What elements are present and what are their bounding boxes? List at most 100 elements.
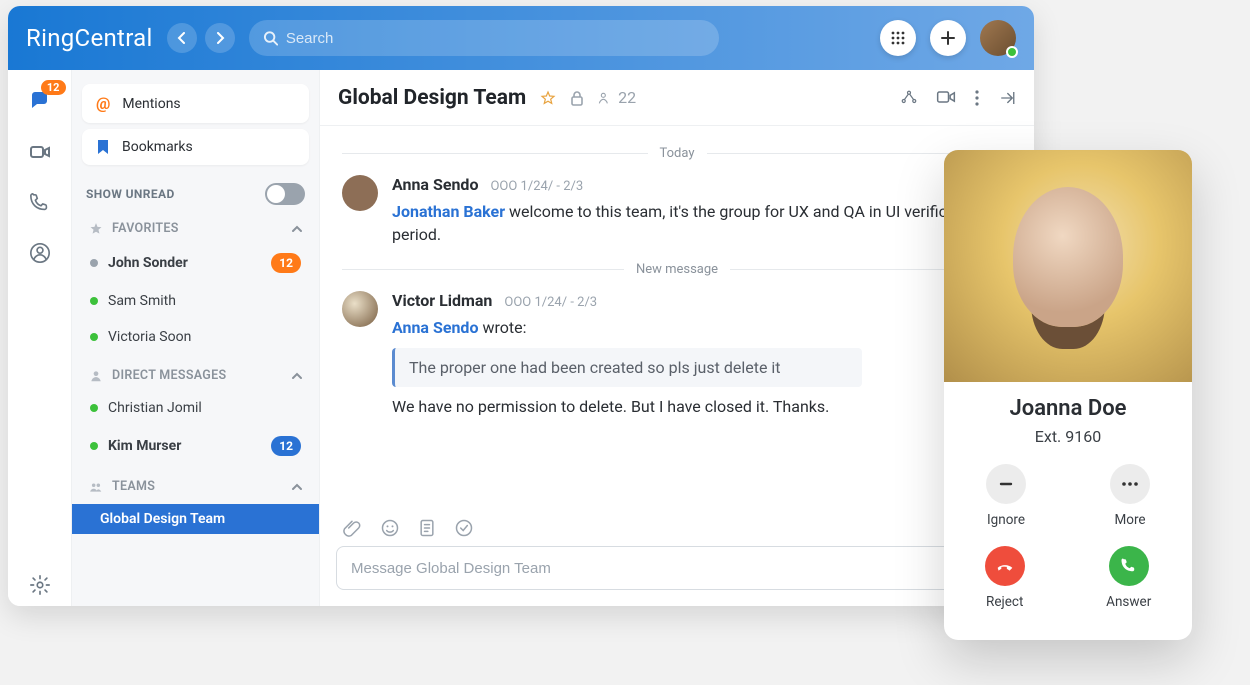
more-vertical-icon bbox=[974, 89, 980, 107]
favorite-item[interactable]: Sam Smith bbox=[82, 286, 309, 316]
more-button[interactable] bbox=[974, 89, 980, 107]
nav-forward-button[interactable] bbox=[205, 23, 235, 53]
author-name: Anna Sendo bbox=[392, 175, 478, 194]
search-icon bbox=[263, 30, 278, 46]
paperclip-icon bbox=[342, 518, 362, 538]
app-window: RingCentral bbox=[8, 6, 1034, 606]
author-name: Victor Lidman bbox=[392, 291, 492, 310]
star-icon bbox=[88, 222, 104, 236]
minus-icon bbox=[986, 464, 1026, 504]
reject-button[interactable]: Reject bbox=[985, 546, 1025, 610]
favorite-name: John Sonder bbox=[108, 255, 188, 271]
presence-dot bbox=[90, 404, 98, 412]
composer-toolbar bbox=[320, 508, 1034, 538]
nav-back-button[interactable] bbox=[167, 23, 197, 53]
caller-extension: Ext. 9160 bbox=[944, 427, 1192, 446]
favorite-star-button[interactable] bbox=[540, 90, 556, 106]
sidebar-bookmarks[interactable]: Bookmarks bbox=[82, 129, 309, 165]
message-composer[interactable] bbox=[336, 546, 1018, 590]
user-avatar[interactable] bbox=[980, 20, 1016, 56]
share-button[interactable] bbox=[900, 89, 918, 107]
mention[interactable]: Jonathan Baker bbox=[392, 202, 505, 221]
member-count[interactable]: 22 bbox=[598, 88, 636, 107]
show-unread-label: SHOW UNREAD bbox=[86, 187, 175, 201]
more-button[interactable]: More bbox=[1110, 464, 1150, 528]
show-unread-toggle[interactable] bbox=[265, 183, 305, 205]
video-icon bbox=[936, 89, 956, 105]
video-icon bbox=[28, 140, 52, 164]
presence-dot bbox=[90, 259, 98, 267]
hangup-icon bbox=[985, 546, 1025, 586]
note-button[interactable] bbox=[418, 518, 436, 538]
rail-phone[interactable] bbox=[29, 192, 51, 214]
more-label: More bbox=[1114, 512, 1145, 528]
emoji-button[interactable] bbox=[380, 518, 400, 538]
dialpad-button[interactable] bbox=[880, 20, 916, 56]
topbar: RingCentral bbox=[8, 6, 1034, 70]
favorite-item[interactable]: Victoria Soon bbox=[82, 322, 309, 352]
section-dm[interactable]: DIRECT MESSAGES bbox=[82, 358, 309, 387]
mention[interactable]: Anna Sendo bbox=[392, 318, 478, 337]
phone-icon bbox=[1109, 546, 1149, 586]
message-text: We have no permission to delete. But I h… bbox=[392, 395, 1012, 418]
privacy-button[interactable] bbox=[570, 90, 584, 106]
add-button[interactable] bbox=[930, 20, 966, 56]
team-icon bbox=[88, 480, 104, 494]
sidebar-bookmarks-label: Bookmarks bbox=[122, 139, 193, 155]
message: Victor Lidman OOO 1/24/ - 2/3 Anna Sendo… bbox=[342, 291, 1012, 417]
reject-label: Reject bbox=[986, 594, 1023, 610]
favorite-item[interactable]: John Sonder 12 bbox=[82, 246, 309, 280]
dm-item[interactable]: Kim Murser 12 bbox=[82, 429, 309, 463]
rail-video[interactable] bbox=[28, 140, 52, 164]
team-name: Global Design Team bbox=[100, 511, 225, 527]
favorite-name: Sam Smith bbox=[108, 293, 176, 309]
message-input[interactable] bbox=[351, 560, 1003, 577]
ignore-label: Ignore bbox=[987, 512, 1025, 528]
chat-pane: Global Design Team 22 bbox=[320, 70, 1034, 606]
message: Anna Sendo OOO 1/24/ - 2/3 Jonathan Bake… bbox=[342, 175, 1012, 246]
chat-body: Today Anna Sendo OOO 1/24/ - 2/3 Jonatha… bbox=[320, 126, 1034, 508]
expand-button[interactable] bbox=[998, 89, 1016, 107]
answer-button[interactable]: Answer bbox=[1106, 546, 1151, 610]
contact-icon bbox=[29, 242, 51, 264]
bookmark-icon bbox=[96, 139, 110, 155]
quote-attribution: Anna Sendo wrote: bbox=[392, 316, 1012, 339]
gear-icon bbox=[29, 574, 51, 596]
sidebar-mentions[interactable]: @ Mentions bbox=[82, 84, 309, 123]
section-favorites-label: FAVORITES bbox=[112, 221, 179, 236]
message-timestamp: OOO 1/24/ - 2/3 bbox=[504, 295, 597, 310]
section-favorites[interactable]: FAVORITES bbox=[82, 211, 309, 240]
chevron-right-icon bbox=[214, 32, 226, 44]
message-text: Jonathan Baker welcome to this team, it'… bbox=[392, 200, 1012, 246]
at-icon: @ bbox=[96, 94, 110, 113]
author-avatar[interactable] bbox=[342, 291, 378, 327]
dm-item[interactable]: Christian Jomil bbox=[82, 393, 309, 423]
star-outline-icon bbox=[540, 90, 556, 106]
search-input[interactable] bbox=[286, 30, 705, 47]
dm-name: Kim Murser bbox=[108, 438, 181, 454]
chevron-left-icon bbox=[176, 32, 188, 44]
dm-name: Christian Jomil bbox=[108, 400, 202, 416]
message-timestamp: OOO 1/24/ - 2/3 bbox=[490, 179, 583, 194]
section-teams[interactable]: TEAMS bbox=[82, 469, 309, 498]
task-button[interactable] bbox=[454, 518, 474, 538]
attach-button[interactable] bbox=[342, 518, 362, 538]
nav-rail: 12 bbox=[8, 70, 72, 606]
section-teams-label: TEAMS bbox=[112, 479, 155, 494]
search-box[interactable] bbox=[249, 20, 719, 56]
video-call-button[interactable] bbox=[936, 89, 956, 107]
unread-badge: 12 bbox=[271, 436, 301, 456]
rail-contacts[interactable] bbox=[29, 242, 51, 264]
quoted-message: The proper one had been created so pls j… bbox=[392, 348, 862, 387]
rail-messages[interactable]: 12 bbox=[28, 88, 52, 112]
rail-settings[interactable] bbox=[29, 574, 51, 596]
caller-name: Joanna Doe bbox=[944, 396, 1192, 421]
presence-dot bbox=[90, 297, 98, 305]
chevron-up-icon bbox=[291, 223, 303, 235]
ignore-button[interactable]: Ignore bbox=[986, 464, 1026, 528]
team-item-active[interactable]: Global Design Team bbox=[72, 504, 319, 534]
author-avatar[interactable] bbox=[342, 175, 378, 211]
expand-icon bbox=[998, 89, 1016, 107]
chat-header: Global Design Team 22 bbox=[320, 70, 1034, 126]
unread-badge: 12 bbox=[271, 253, 301, 273]
